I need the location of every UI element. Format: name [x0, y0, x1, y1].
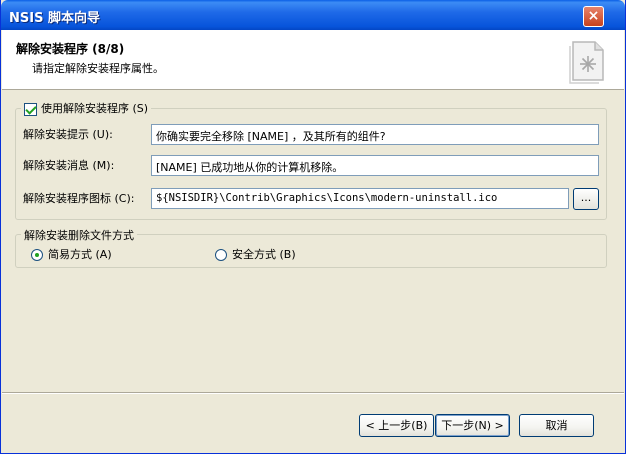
close-icon: × — [587, 8, 600, 24]
radio-unselected-icon[interactable] — [215, 249, 227, 261]
radio-selected-icon[interactable] — [31, 249, 43, 261]
uninstall-icon-label: 解除安装程序图标 (C): — [23, 192, 135, 205]
wizard-header: 解除安装程序 (8/8) 请指定解除安装程序属性。 — [2, 30, 624, 90]
radio-simple-mode[interactable]: 简易方式 (A) — [31, 246, 112, 262]
wizard-window: NSIS 脚本向导 × 解除安装程序 (8/8) 请指定解除安装程序属性。 使用… — [0, 0, 626, 454]
uninstall-message-input[interactable]: [NAME] 已成功地从你的计算机移除。 — [151, 155, 599, 176]
close-button[interactable]: × — [583, 6, 604, 27]
back-button[interactable]: < 上一步(B) — [359, 414, 434, 437]
browse-button[interactable]: ... — [573, 188, 599, 210]
page-title: 解除安装程序 (8/8) — [16, 42, 125, 56]
title-bar[interactable]: NSIS 脚本向导 × — [1, 0, 625, 30]
radio-safe-mode[interactable]: 安全方式 (B) — [215, 246, 296, 262]
page-subtitle: 请指定解除安装程序属性。 — [32, 62, 164, 75]
use-uninstaller-checkbox[interactable]: 使用解除安装程序 (S) — [21, 100, 152, 116]
check-icon[interactable] — [24, 102, 37, 116]
uninstall-message-label: 解除安装消息 (M): — [23, 159, 115, 172]
uninstall-prompt-label: 解除安装提示 (U): — [23, 128, 113, 141]
footer-divider — [2, 392, 624, 394]
cancel-button[interactable]: 取消 — [519, 414, 594, 437]
document-installer-icon — [569, 41, 604, 84]
window-title: NSIS 脚本向导 — [9, 11, 100, 26]
use-uninstaller-label: 使用解除安装程序 (S) — [41, 102, 149, 115]
delete-method-legend: 解除安装删除文件方式 — [21, 227, 137, 243]
radio-safe-label: 安全方式 (B) — [232, 248, 296, 261]
radio-simple-label: 简易方式 (A) — [48, 248, 112, 261]
uninstall-prompt-input[interactable]: 你确实要完全移除 [NAME] ，及其所有的组件? — [151, 124, 599, 145]
uninstall-icon-input[interactable]: ${NSISDIR}\Contrib\Graphics\Icons\modern… — [151, 188, 569, 209]
next-button[interactable]: 下一步(N) > — [435, 414, 510, 437]
